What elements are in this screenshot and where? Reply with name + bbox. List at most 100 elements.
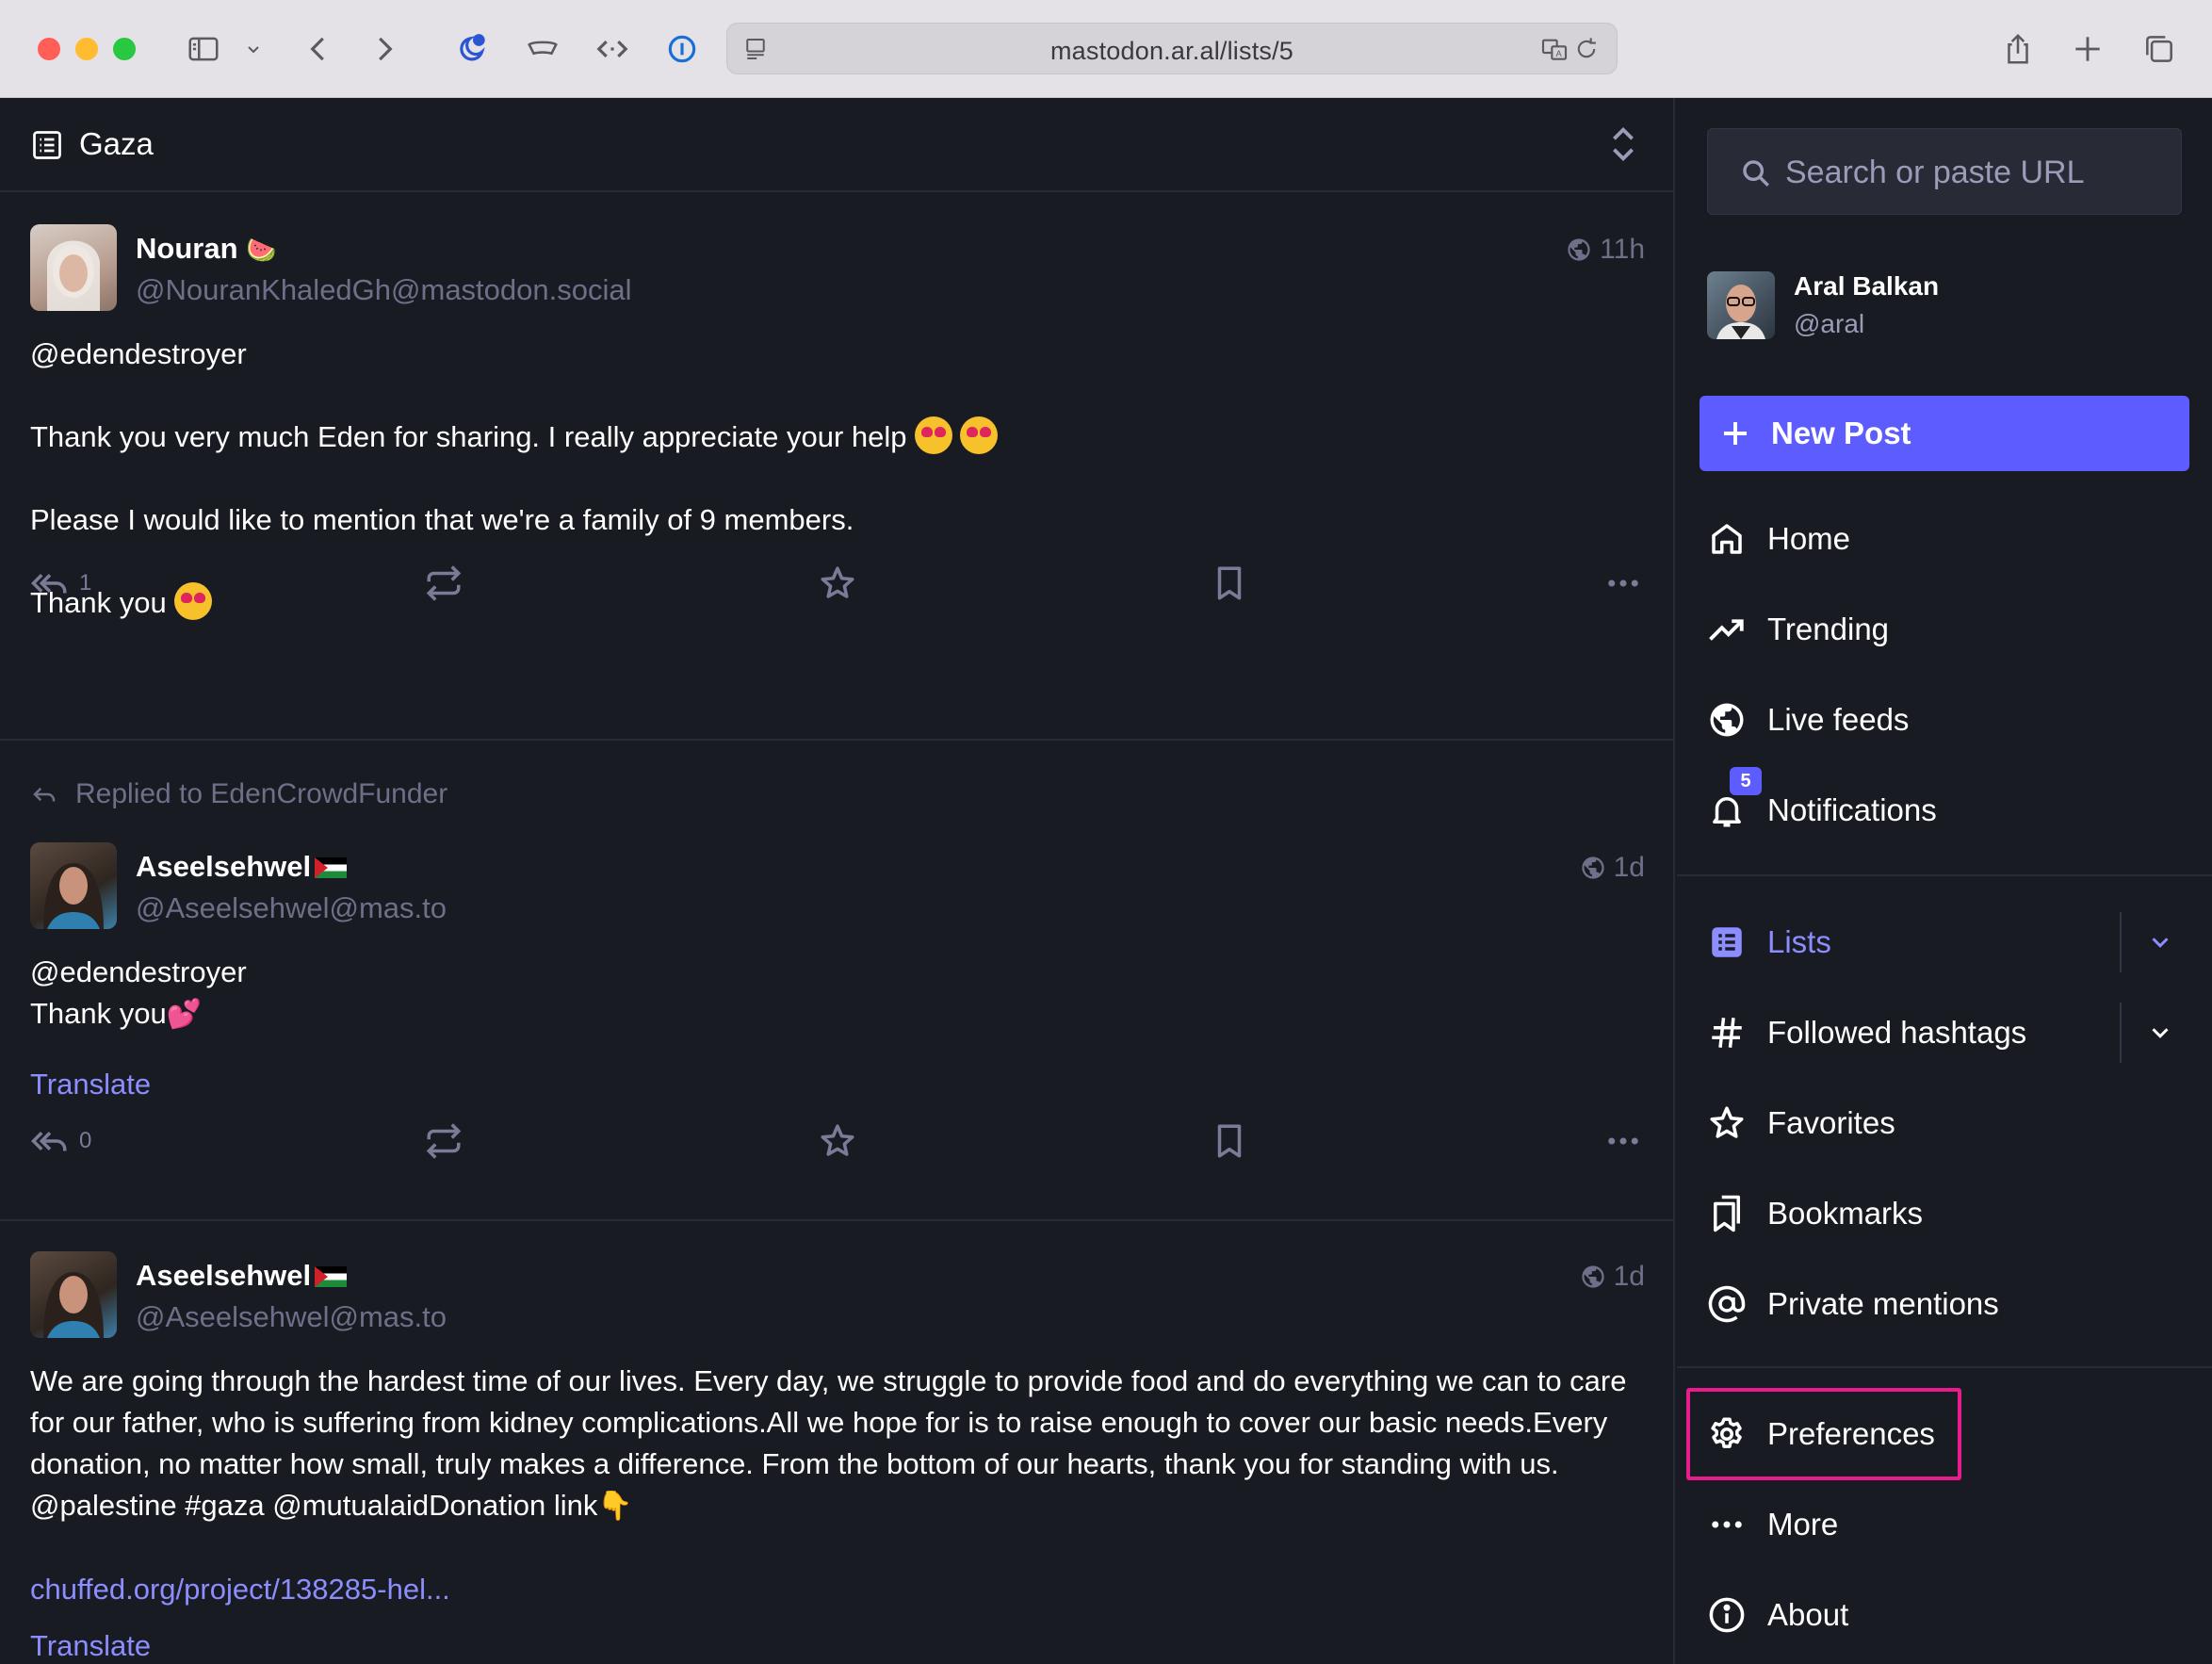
new-post-button[interactable]: New Post xyxy=(1700,396,2189,471)
extension-moon-icon[interactable] xyxy=(450,26,496,72)
address-bar[interactable]: mastodon.ar.al/lists/5 A xyxy=(726,23,1618,74)
nav-trending[interactable]: Trending xyxy=(1707,599,2188,660)
star-icon xyxy=(818,563,857,603)
post-time[interactable]: 1d xyxy=(1580,852,1645,884)
heart-eyes-emoji xyxy=(174,582,213,620)
post-content: @edendestroyer Thank you💕 Translate xyxy=(30,952,1641,1105)
avatar[interactable] xyxy=(1707,271,1775,339)
post-item[interactable]: Nouran 🍉 @NouranKhaledGh@mastodon.social… xyxy=(0,194,1673,741)
account-handle[interactable]: @Aseelsehwel@mas.to xyxy=(136,891,447,925)
list-icon xyxy=(30,128,64,162)
search-input[interactable]: Search or paste URL xyxy=(1707,128,2182,215)
post-time[interactable]: 1d xyxy=(1580,1261,1645,1293)
nav-followed-hashtags[interactable]: Followed hashtags xyxy=(1707,1003,2188,1063)
extension-code-icon[interactable] xyxy=(590,26,635,72)
tab-overview-icon[interactable] xyxy=(2137,26,2182,72)
expand-lists-button[interactable] xyxy=(2120,912,2174,972)
ellipsis-icon xyxy=(1603,563,1643,603)
list-icon xyxy=(1707,922,1747,962)
zoom-window-button[interactable] xyxy=(113,38,136,60)
translate-button[interactable]: Translate xyxy=(30,1625,1641,1664)
star-icon xyxy=(818,1121,857,1161)
nav-live-feeds[interactable]: Live feeds xyxy=(1707,690,2188,750)
info-icon xyxy=(1707,1595,1747,1635)
post-item[interactable]: Aseelsehwel @Aseelsehwel@mas.to 1d We ar… xyxy=(0,1221,1673,1664)
favorite-button[interactable] xyxy=(818,1121,857,1161)
more-options-button[interactable] xyxy=(1603,1121,1643,1161)
profile-handle[interactable]: @aral xyxy=(1794,309,1864,339)
reply-button[interactable]: 0 xyxy=(30,1121,91,1161)
svg-text:A: A xyxy=(1556,49,1563,58)
avatar[interactable] xyxy=(30,842,117,929)
back-icon[interactable] xyxy=(296,26,341,72)
share-icon[interactable] xyxy=(1995,26,2041,72)
avatar[interactable] xyxy=(30,1251,117,1338)
mention-link[interactable]: @edendestroyer xyxy=(30,334,1641,375)
watermelon-emoji: 🍉 xyxy=(246,236,277,264)
boost-button[interactable] xyxy=(424,1121,464,1161)
search-placeholder: Search or paste URL xyxy=(1785,155,2085,190)
bookmark-button[interactable] xyxy=(1210,563,1249,603)
at-icon xyxy=(1707,1284,1747,1324)
sidebar-toggle-icon[interactable] xyxy=(181,26,226,72)
chevron-down-icon[interactable] xyxy=(236,26,271,72)
external-link[interactable]: chuffed.org/project/138285-hel... xyxy=(30,1569,1641,1610)
forward-icon[interactable] xyxy=(362,26,407,72)
profile-name[interactable]: Aral Balkan xyxy=(1794,271,1939,302)
nav-home[interactable]: Home xyxy=(1707,509,2188,569)
account-handle[interactable]: @NouranKhaledGh@mastodon.social xyxy=(136,273,632,307)
translate-button[interactable]: Translate xyxy=(30,1064,1641,1105)
column-title: Gaza xyxy=(79,126,154,161)
new-tab-icon[interactable] xyxy=(2065,26,2110,72)
nav-notifications[interactable]: Notifications xyxy=(1707,780,2188,840)
bookmarks-icon xyxy=(1707,1194,1747,1233)
nav-more[interactable]: More xyxy=(1707,1494,2188,1555)
reply-count: 1 xyxy=(79,570,92,595)
display-name[interactable]: Nouran 🍉 xyxy=(136,232,277,266)
account-handle[interactable]: @Aseelsehwel@mas.to xyxy=(136,1300,447,1334)
close-window-button[interactable] xyxy=(38,38,60,60)
browser-toolbar: mastodon.ar.al/lists/5 A xyxy=(0,0,2212,98)
url-text[interactable]: mastodon.ar.al/lists/5 xyxy=(727,37,1617,66)
extension-shield-icon[interactable] xyxy=(520,26,565,72)
nav-lists[interactable]: Lists xyxy=(1707,912,2188,972)
nav-private-mentions[interactable]: Private mentions xyxy=(1707,1274,2188,1334)
mention-link[interactable]: @edendestroyer xyxy=(30,952,1641,993)
globe-icon xyxy=(1566,237,1592,263)
heart-eyes-emoji xyxy=(915,416,953,454)
post-content: We are going through the hardest time of… xyxy=(30,1361,1641,1664)
bookmark-button[interactable] xyxy=(1210,1121,1249,1161)
two-hearts-emoji: 💕 xyxy=(166,999,203,1030)
divider xyxy=(1677,1366,2212,1368)
ellipsis-icon xyxy=(1707,1505,1747,1544)
nav-about[interactable]: About xyxy=(1707,1585,2188,1645)
globe-icon xyxy=(1580,855,1606,881)
divider xyxy=(1677,874,2212,876)
post-time[interactable]: 11h xyxy=(1566,234,1645,266)
palestine-flag-emoji xyxy=(315,1266,348,1287)
palestine-flag-emoji xyxy=(315,857,348,878)
chevron-down-icon xyxy=(2146,1019,2174,1047)
preferences-highlight-box xyxy=(1686,1388,1961,1480)
globe-icon xyxy=(1707,700,1747,740)
reload-icon[interactable] xyxy=(1564,26,1609,72)
post-item[interactable]: Replied to EdenCrowdFunder Aseelsehwel @… xyxy=(0,741,1673,1221)
avatar[interactable] xyxy=(30,224,117,311)
more-options-button[interactable] xyxy=(1603,563,1643,603)
pointing-down-emoji: 👇 xyxy=(597,1491,633,1522)
favorite-button[interactable] xyxy=(818,563,857,603)
collapse-column-icon[interactable] xyxy=(1607,122,1639,166)
display-name[interactable]: Aseelsehwel xyxy=(136,850,348,884)
bell-icon xyxy=(1707,791,1747,830)
boost-button[interactable] xyxy=(424,563,464,603)
plus-icon xyxy=(1718,416,1752,450)
extension-password-icon[interactable] xyxy=(659,26,705,72)
minimize-window-button[interactable] xyxy=(75,38,98,60)
reply-button[interactable]: 1 xyxy=(30,563,91,603)
display-name[interactable]: Aseelsehwel xyxy=(136,1259,348,1293)
nav-favorites[interactable]: Favorites xyxy=(1707,1093,2188,1153)
expand-hashtags-button[interactable] xyxy=(2120,1003,2174,1063)
replied-to-indicator[interactable]: Replied to EdenCrowdFunder xyxy=(30,778,447,810)
nav-bookmarks[interactable]: Bookmarks xyxy=(1707,1183,2188,1244)
heart-eyes-emoji xyxy=(960,416,999,454)
